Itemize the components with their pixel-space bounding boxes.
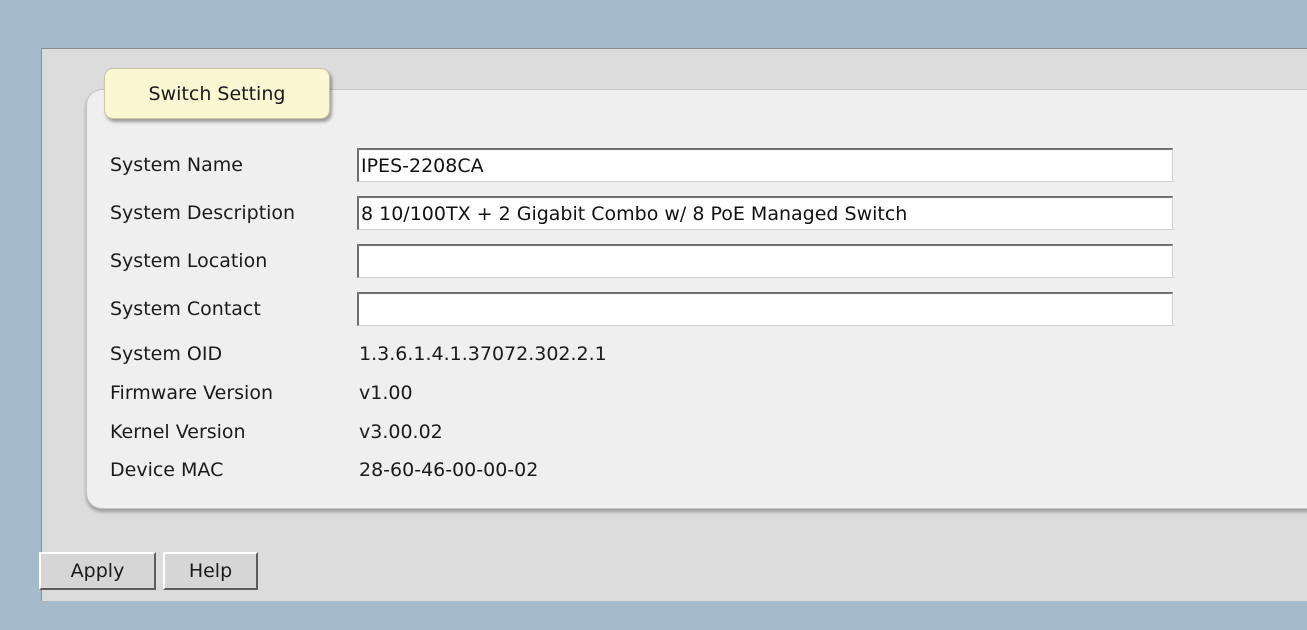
system-location-input[interactable] — [357, 244, 1173, 278]
apply-button[interactable]: Apply — [39, 552, 156, 590]
system-oid-label: System OID — [110, 343, 223, 365]
kernel-version-label: Kernel Version — [110, 421, 246, 443]
firmware-version-row: Firmware Version v1.00 — [110, 380, 413, 406]
system-name-row: System Name — [110, 148, 1173, 182]
system-description-row: System Description — [110, 196, 1173, 230]
system-description-label: System Description — [110, 202, 296, 224]
system-location-label: System Location — [110, 250, 268, 272]
device-mac-row: Device MAC 28-60-46-00-00-02 — [110, 457, 538, 483]
system-contact-input[interactable] — [357, 292, 1173, 326]
firmware-version-value: v1.00 — [359, 382, 413, 404]
system-description-input[interactable] — [357, 196, 1173, 230]
system-contact-row: System Contact — [110, 292, 1173, 326]
system-oid-row: System OID 1.3.6.1.4.1.37072.302.2.1 — [110, 341, 607, 367]
device-mac-value: 28-60-46-00-00-02 — [359, 459, 539, 481]
system-contact-label: System Contact — [110, 298, 261, 320]
kernel-version-row: Kernel Version v3.00.02 — [110, 419, 443, 445]
device-mac-label: Device MAC — [110, 459, 224, 481]
section-title: Switch Setting — [104, 68, 330, 119]
kernel-version-value: v3.00.02 — [359, 421, 443, 443]
system-oid-value: 1.3.6.1.4.1.37072.302.2.1 — [359, 343, 607, 365]
system-name-label: System Name — [110, 154, 243, 176]
system-location-row: System Location — [110, 244, 1173, 278]
help-button[interactable]: Help — [163, 552, 258, 590]
content-panel: Switch Setting System Name System Descri… — [41, 48, 1307, 601]
system-name-input[interactable] — [357, 148, 1173, 182]
firmware-version-label: Firmware Version — [110, 382, 273, 404]
